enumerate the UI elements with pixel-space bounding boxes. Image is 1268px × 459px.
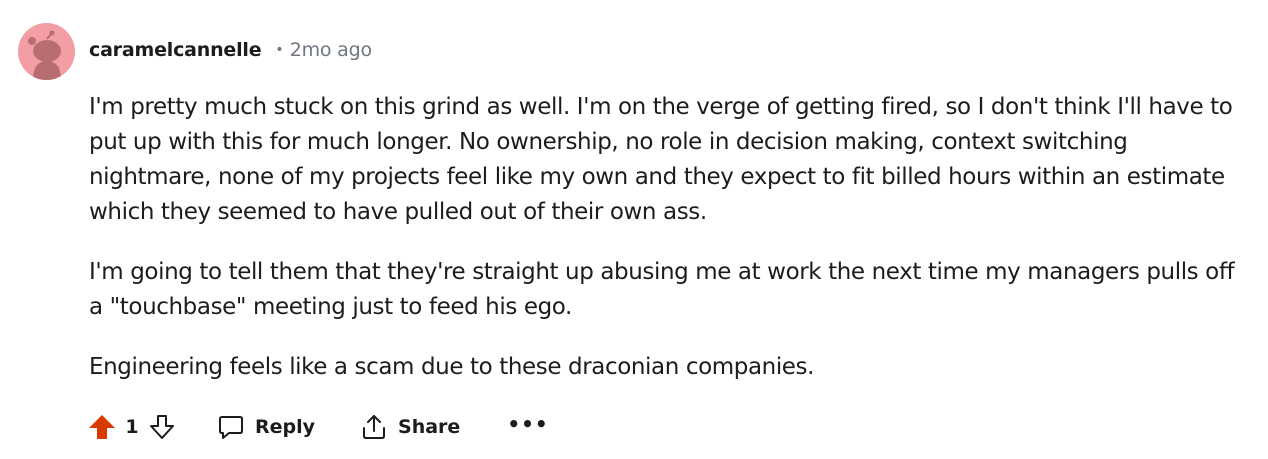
share-button[interactable]: Share (359, 412, 460, 442)
comment-paragraph: I'm going to tell them that they're stra… (89, 259, 1235, 320)
comment-paragraph: Engineering feels like a scam due to the… (89, 354, 815, 380)
avatar[interactable] (18, 23, 75, 80)
upvote-button[interactable] (87, 412, 117, 442)
reply-button[interactable]: Reply (216, 412, 315, 442)
comment-body: I'm pretty much stuck on this grind as w… (89, 90, 1249, 410)
comment-paragraph: I'm pretty much stuck on this grind as w… (89, 94, 1233, 225)
separator-dot: • (275, 42, 284, 58)
downvote-button[interactable] (147, 412, 177, 442)
username-link[interactable]: caramelcannelle (89, 39, 262, 61)
reply-label: Reply (255, 416, 316, 438)
comment: caramelcannelle • 2mo ago I'm pretty muc… (0, 0, 1268, 459)
upvote-arrow-icon (89, 415, 115, 439)
share-label: Share (398, 416, 461, 438)
downvote-arrow-icon (150, 415, 174, 439)
comment-actions: 1 Reply Share ••• (87, 410, 549, 444)
vote-group: 1 (87, 412, 177, 442)
timestamp[interactable]: 2mo ago (290, 39, 372, 61)
comment-header: caramelcannelle • 2mo ago (89, 39, 372, 61)
vote-count: 1 (125, 416, 139, 438)
more-options-button[interactable]: ••• (507, 414, 548, 440)
share-icon (363, 415, 386, 439)
comment-bubble-icon (219, 416, 243, 439)
snoo-avatar-icon (28, 30, 61, 80)
